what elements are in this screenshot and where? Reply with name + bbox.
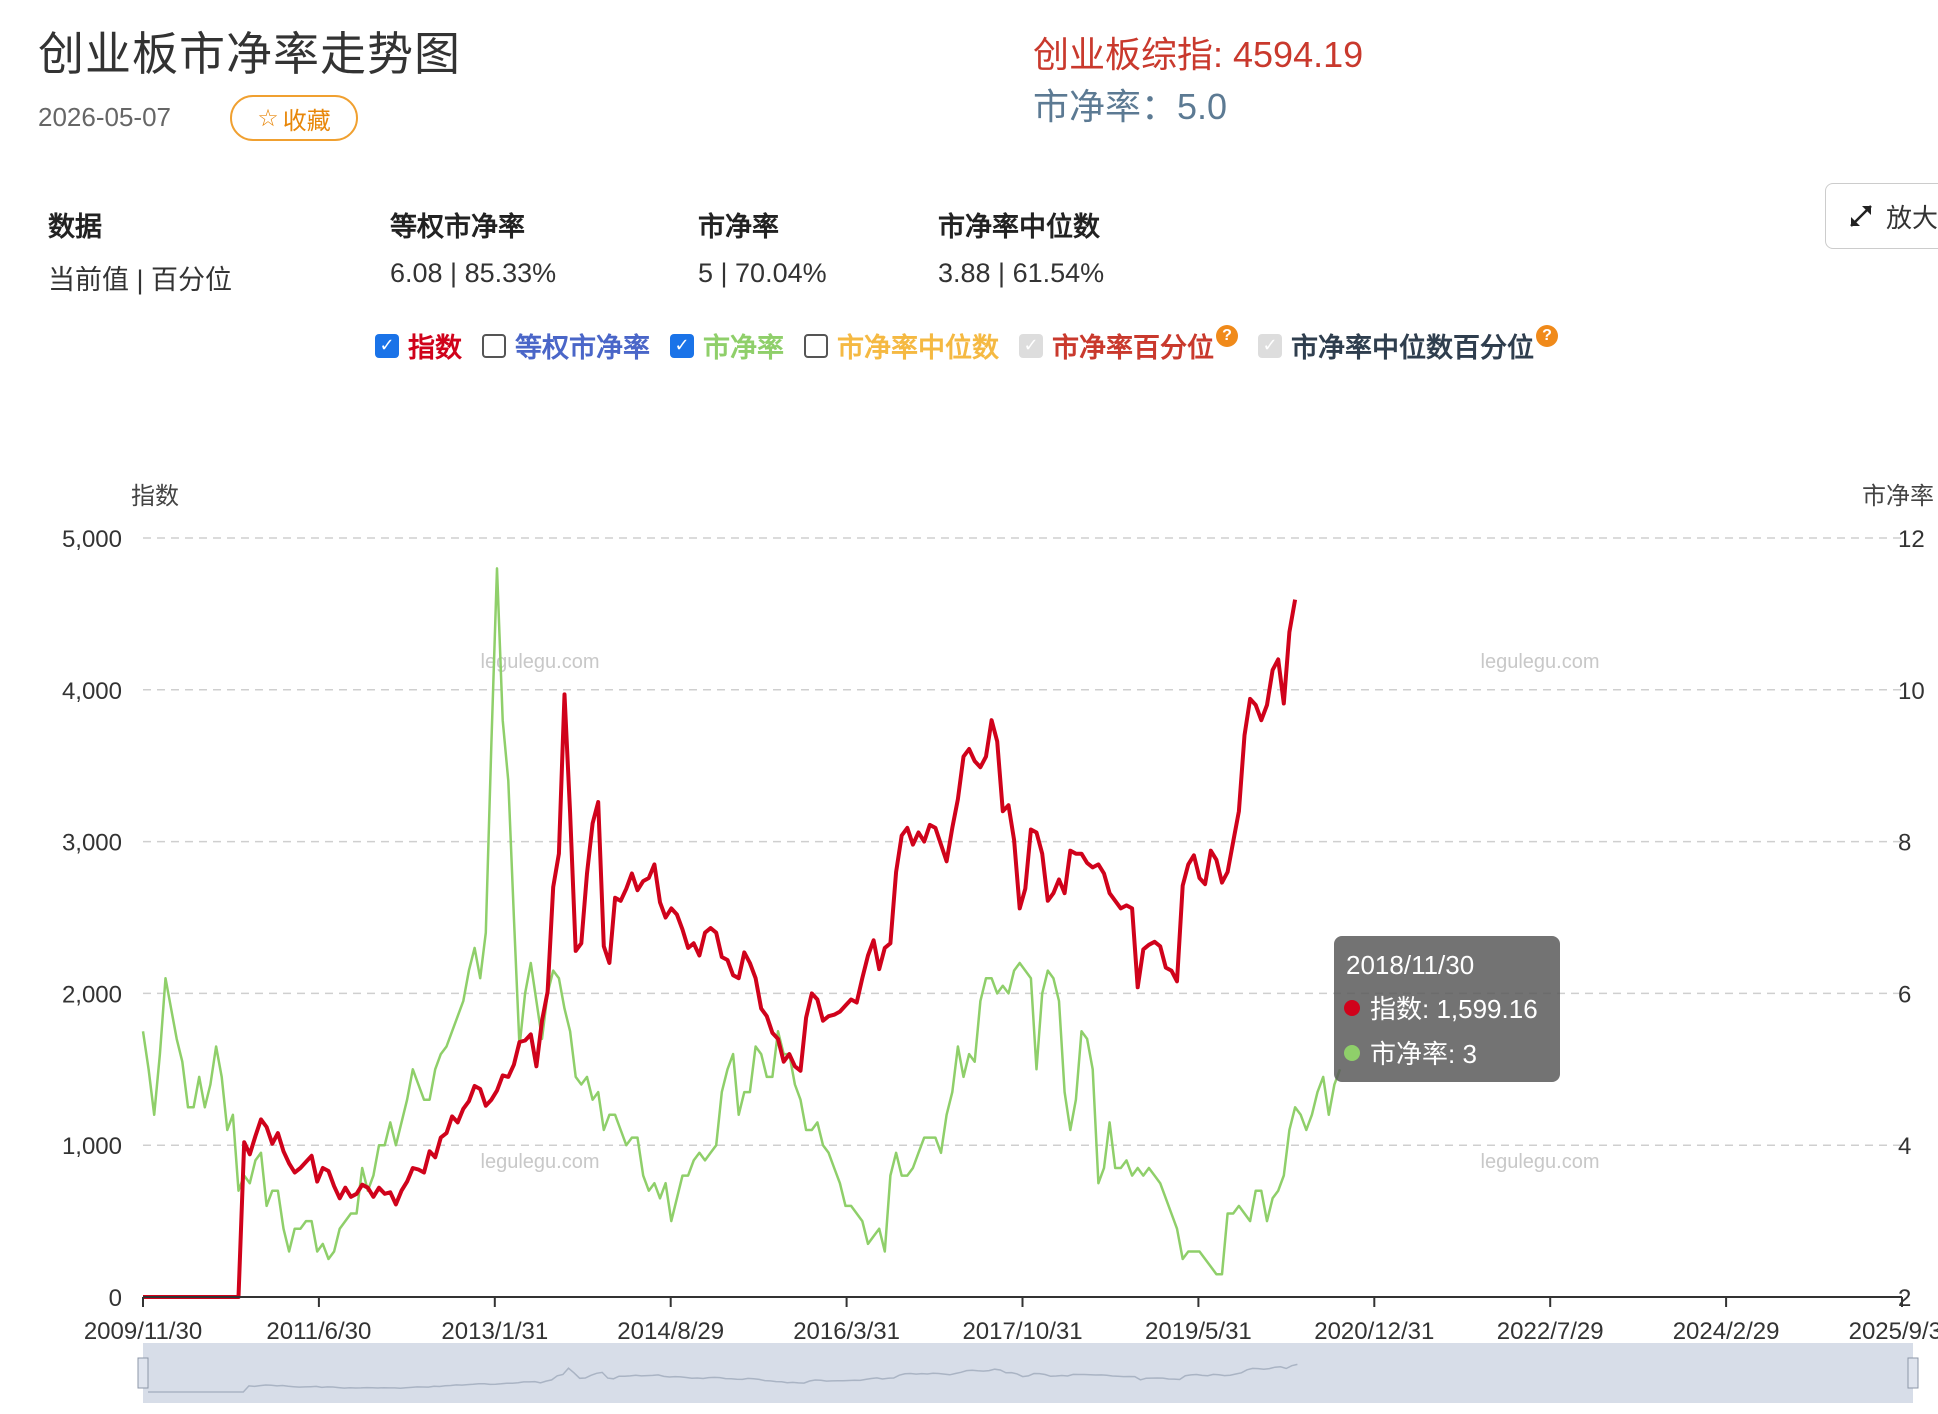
help-icon[interactable]: ? xyxy=(1536,324,1558,347)
left-axis-title: 指数 xyxy=(131,483,179,510)
index-dot-icon xyxy=(1344,999,1360,1016)
stat-label: 市净率中位数 xyxy=(938,212,1100,242)
page-title: 创业板市净率走势图 xyxy=(38,28,461,80)
x-tick-label: 2014/8/29 xyxy=(617,1318,724,1345)
right-tick-label: 10 xyxy=(1898,678,1925,705)
tooltip-index: 指数: 1,599.16 xyxy=(1370,994,1538,1024)
favorite-label: 收藏 xyxy=(282,107,331,135)
right-tick-label: 2 xyxy=(1898,1285,1911,1312)
stats-col-pb: 市净率 5 | 70.04% xyxy=(698,205,827,289)
legend-label: 指数 xyxy=(408,333,462,363)
right-axis-title: 市净率 xyxy=(1862,483,1934,510)
stat-value: 6.08 | 85.33% xyxy=(390,258,557,288)
x-tick-label: 2016/3/31 xyxy=(793,1318,900,1345)
data-zoom-slider[interactable] xyxy=(137,1343,1919,1403)
watermark: legulegu.com xyxy=(481,651,600,673)
chart-tooltip: 2018/11/30 指数: 1,599.16 市净率: 3 xyxy=(1334,936,1560,1082)
tooltip-pb: 市净率: 3 xyxy=(1370,1039,1477,1069)
chart-legend: ✓ 指数 等权市净率 ✓ 市净率 市净率中位数 ✓ 市净率百分位 ? ✓ 市净率… xyxy=(375,324,1578,365)
date-label: 2026-05-07 xyxy=(38,102,171,132)
legend-item-pb-percentile[interactable]: ✓ 市净率百分位 ? xyxy=(1019,324,1238,365)
checkbox-disabled-icon: ✓ xyxy=(1019,333,1043,358)
index-series-line xyxy=(143,599,1298,1299)
zoom-button[interactable]: 放大 xyxy=(1825,183,1938,249)
stats-col-data: 数据 当前值 | 百分位 xyxy=(48,205,232,297)
zoom-label: 放大 xyxy=(1886,202,1938,233)
x-tick-label: 2019/5/31 xyxy=(1145,1318,1252,1345)
legend-label: 市净率 xyxy=(703,333,784,363)
legend-item-pb-median-percentile[interactable]: ✓ 市净率中位数百分位 ? xyxy=(1258,324,1558,365)
x-tick-label: 2024/2/29 xyxy=(1673,1318,1780,1345)
watermark: legulegu.com xyxy=(1481,1151,1600,1173)
checkbox-disabled-icon: ✓ xyxy=(1258,333,1282,358)
right-tick-label: 8 xyxy=(1898,830,1911,857)
pb-series-line xyxy=(141,567,1342,1276)
x-tick-label: 2022/7/29 xyxy=(1497,1318,1604,1345)
x-tick-label: 2009/11/30 xyxy=(84,1318,202,1345)
legend-label: 市净率百分位 xyxy=(1052,333,1214,363)
right-tick-label: 12 xyxy=(1898,526,1925,553)
watermark: legulegu.com xyxy=(481,1151,600,1173)
legend-label: 等权市净率 xyxy=(515,333,650,363)
x-tick-label: 2011/6/30 xyxy=(266,1318,371,1345)
legend-item-pb[interactable]: ✓ 市净率 xyxy=(670,326,784,365)
help-icon[interactable]: ? xyxy=(1216,324,1238,347)
expand-icon xyxy=(1850,205,1872,227)
left-tick-label: 3,000 xyxy=(62,830,122,857)
checkbox-unchecked-icon[interactable] xyxy=(482,333,506,358)
x-tick-label: 2025/9/30 xyxy=(1849,1318,1938,1345)
index-value-headline: 创业板综指: 4594.19 xyxy=(1033,34,1364,75)
pb-value-headline: 市净率：5.0 xyxy=(1033,86,1228,127)
left-tick-label: 4,000 xyxy=(62,678,122,705)
slider-handle-right[interactable] xyxy=(1907,1357,1919,1389)
stat-label: 数据 xyxy=(48,212,102,242)
legend-item-pb-median[interactable]: 市净率中位数 xyxy=(804,326,999,365)
stats-col-equal-weight-pb: 等权市净率 6.08 | 85.33% xyxy=(390,205,556,289)
tooltip-date: 2018/11/30 xyxy=(1346,950,1475,980)
x-tick-label: 2020/12/31 xyxy=(1314,1318,1434,1345)
legend-item-index[interactable]: ✓ 指数 xyxy=(375,326,462,365)
stat-label: 市净率 xyxy=(698,212,779,242)
favorite-button[interactable]: ☆ 收藏 xyxy=(230,95,358,141)
slider-track[interactable] xyxy=(143,1343,1913,1403)
watermark: legulegu.com xyxy=(1481,651,1600,673)
right-tick-label: 4 xyxy=(1898,1133,1911,1160)
checkbox-checked-icon[interactable]: ✓ xyxy=(670,333,694,358)
star-icon: ☆ xyxy=(257,104,279,132)
stats-col-pb-median: 市净率中位数 3.88 | 61.54% xyxy=(938,205,1104,289)
legend-label: 市净率中位数 xyxy=(837,333,999,363)
stat-value: 当前值 | 百分位 xyxy=(48,265,233,295)
pb-dot-icon xyxy=(1344,1044,1360,1061)
stat-value: 5 | 70.04% xyxy=(698,258,827,288)
checkbox-unchecked-icon[interactable] xyxy=(804,333,828,358)
left-tick-label: 1,000 xyxy=(62,1133,122,1160)
slider-handle-left[interactable] xyxy=(137,1357,149,1389)
left-tick-label: 0 xyxy=(109,1285,122,1312)
right-tick-label: 6 xyxy=(1898,981,1911,1008)
x-tick-label: 2013/1/31 xyxy=(441,1318,548,1345)
legend-label: 市净率中位数百分位 xyxy=(1291,333,1534,363)
checkbox-checked-icon[interactable]: ✓ xyxy=(375,333,399,358)
left-tick-label: 2,000 xyxy=(62,981,122,1008)
legend-item-equal-weight-pb[interactable]: 等权市净率 xyxy=(482,326,650,365)
left-tick-label: 5,000 xyxy=(62,526,122,553)
x-tick-label: 2017/10/31 xyxy=(962,1318,1082,1345)
slider-mini-series xyxy=(148,1363,1298,1393)
stat-label: 等权市净率 xyxy=(390,212,525,242)
stat-value: 3.88 | 61.54% xyxy=(938,258,1105,288)
